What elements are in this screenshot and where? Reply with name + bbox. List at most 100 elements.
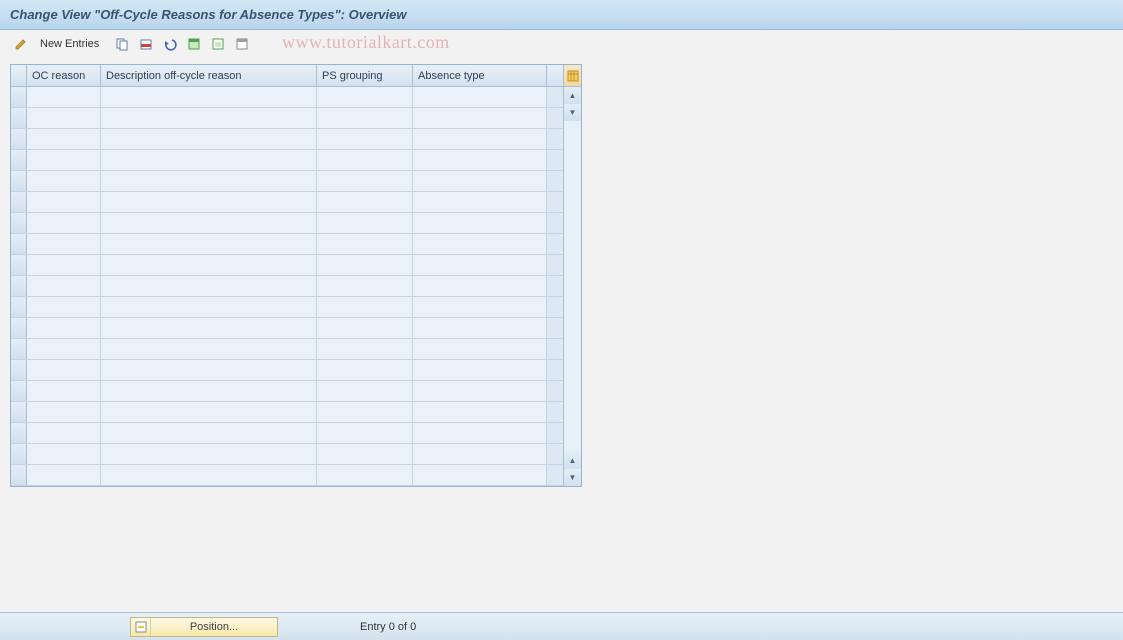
cell-absence-type[interactable] — [413, 339, 547, 359]
row-selector[interactable] — [11, 444, 27, 464]
cell-description[interactable] — [101, 402, 317, 422]
scroll-up-icon[interactable]: ▲ — [564, 87, 581, 104]
cell-ps-grouping[interactable] — [317, 234, 413, 254]
cell-oc-reason[interactable] — [27, 171, 101, 191]
cell-absence-type[interactable] — [413, 192, 547, 212]
column-header-oc-reason[interactable]: OC reason — [27, 65, 101, 86]
row-selector[interactable] — [11, 297, 27, 317]
cell-oc-reason[interactable] — [27, 129, 101, 149]
cell-absence-type[interactable] — [413, 276, 547, 296]
cell-absence-type[interactable] — [413, 423, 547, 443]
cell-oc-reason[interactable] — [27, 402, 101, 422]
cell-description[interactable] — [101, 318, 317, 338]
cell-description[interactable] — [101, 276, 317, 296]
cell-absence-type[interactable] — [413, 402, 547, 422]
cell-absence-type[interactable] — [413, 171, 547, 191]
row-selector[interactable] — [11, 318, 27, 338]
cell-oc-reason[interactable] — [27, 423, 101, 443]
cell-description[interactable] — [101, 360, 317, 380]
scroll-track[interactable] — [564, 121, 581, 452]
cell-description[interactable] — [101, 465, 317, 485]
cell-ps-grouping[interactable] — [317, 108, 413, 128]
table-settings-icon[interactable] — [564, 65, 581, 87]
cell-description[interactable] — [101, 171, 317, 191]
cell-ps-grouping[interactable] — [317, 465, 413, 485]
toggle-display-change-icon[interactable] — [10, 34, 32, 54]
row-selector[interactable] — [11, 129, 27, 149]
row-selector[interactable] — [11, 276, 27, 296]
cell-ps-grouping[interactable] — [317, 381, 413, 401]
cell-ps-grouping[interactable] — [317, 129, 413, 149]
row-selector[interactable] — [11, 171, 27, 191]
cell-description[interactable] — [101, 213, 317, 233]
cell-oc-reason[interactable] — [27, 297, 101, 317]
row-selector[interactable] — [11, 465, 27, 485]
position-button[interactable]: Position... — [130, 617, 278, 637]
column-header-ps-grouping[interactable]: PS grouping — [317, 65, 413, 86]
undo-change-icon[interactable] — [159, 34, 181, 54]
cell-description[interactable] — [101, 444, 317, 464]
cell-oc-reason[interactable] — [27, 318, 101, 338]
cell-oc-reason[interactable] — [27, 255, 101, 275]
row-selector[interactable] — [11, 402, 27, 422]
row-selector[interactable] — [11, 339, 27, 359]
cell-absence-type[interactable] — [413, 297, 547, 317]
cell-absence-type[interactable] — [413, 360, 547, 380]
scroll-step-up-icon[interactable]: ▲ — [564, 452, 581, 469]
deselect-all-icon[interactable] — [231, 34, 253, 54]
row-selector[interactable] — [11, 87, 27, 107]
cell-oc-reason[interactable] — [27, 234, 101, 254]
row-selector[interactable] — [11, 381, 27, 401]
cell-absence-type[interactable] — [413, 318, 547, 338]
cell-absence-type[interactable] — [413, 381, 547, 401]
cell-ps-grouping[interactable] — [317, 297, 413, 317]
cell-ps-grouping[interactable] — [317, 276, 413, 296]
cell-oc-reason[interactable] — [27, 150, 101, 170]
cell-oc-reason[interactable] — [27, 465, 101, 485]
row-selector[interactable] — [11, 213, 27, 233]
cell-ps-grouping[interactable] — [317, 360, 413, 380]
scroll-step-down-icon[interactable]: ▼ — [564, 104, 581, 121]
cell-ps-grouping[interactable] — [317, 318, 413, 338]
column-header-description[interactable]: Description off-cycle reason — [101, 65, 317, 86]
copy-as-icon[interactable] — [111, 34, 133, 54]
cell-ps-grouping[interactable] — [317, 423, 413, 443]
cell-absence-type[interactable] — [413, 234, 547, 254]
cell-description[interactable] — [101, 192, 317, 212]
cell-ps-grouping[interactable] — [317, 402, 413, 422]
cell-oc-reason[interactable] — [27, 381, 101, 401]
row-selector[interactable] — [11, 423, 27, 443]
cell-oc-reason[interactable] — [27, 192, 101, 212]
cell-description[interactable] — [101, 297, 317, 317]
cell-ps-grouping[interactable] — [317, 255, 413, 275]
cell-absence-type[interactable] — [413, 465, 547, 485]
cell-absence-type[interactable] — [413, 255, 547, 275]
cell-absence-type[interactable] — [413, 108, 547, 128]
cell-oc-reason[interactable] — [27, 87, 101, 107]
cell-absence-type[interactable] — [413, 87, 547, 107]
cell-ps-grouping[interactable] — [317, 87, 413, 107]
cell-description[interactable] — [101, 381, 317, 401]
cell-ps-grouping[interactable] — [317, 339, 413, 359]
cell-oc-reason[interactable] — [27, 213, 101, 233]
cell-ps-grouping[interactable] — [317, 150, 413, 170]
delete-icon[interactable] — [135, 34, 157, 54]
cell-oc-reason[interactable] — [27, 276, 101, 296]
row-selector[interactable] — [11, 360, 27, 380]
new-entries-button[interactable]: New Entries — [34, 34, 105, 54]
cell-description[interactable] — [101, 234, 317, 254]
cell-ps-grouping[interactable] — [317, 213, 413, 233]
column-header-absence-type[interactable]: Absence type — [413, 65, 547, 86]
row-selector[interactable] — [11, 150, 27, 170]
cell-absence-type[interactable] — [413, 129, 547, 149]
cell-oc-reason[interactable] — [27, 444, 101, 464]
cell-oc-reason[interactable] — [27, 339, 101, 359]
cell-ps-grouping[interactable] — [317, 192, 413, 212]
row-selector[interactable] — [11, 234, 27, 254]
cell-description[interactable] — [101, 150, 317, 170]
row-selector[interactable] — [11, 108, 27, 128]
cell-absence-type[interactable] — [413, 213, 547, 233]
cell-ps-grouping[interactable] — [317, 171, 413, 191]
cell-description[interactable] — [101, 339, 317, 359]
cell-absence-type[interactable] — [413, 444, 547, 464]
